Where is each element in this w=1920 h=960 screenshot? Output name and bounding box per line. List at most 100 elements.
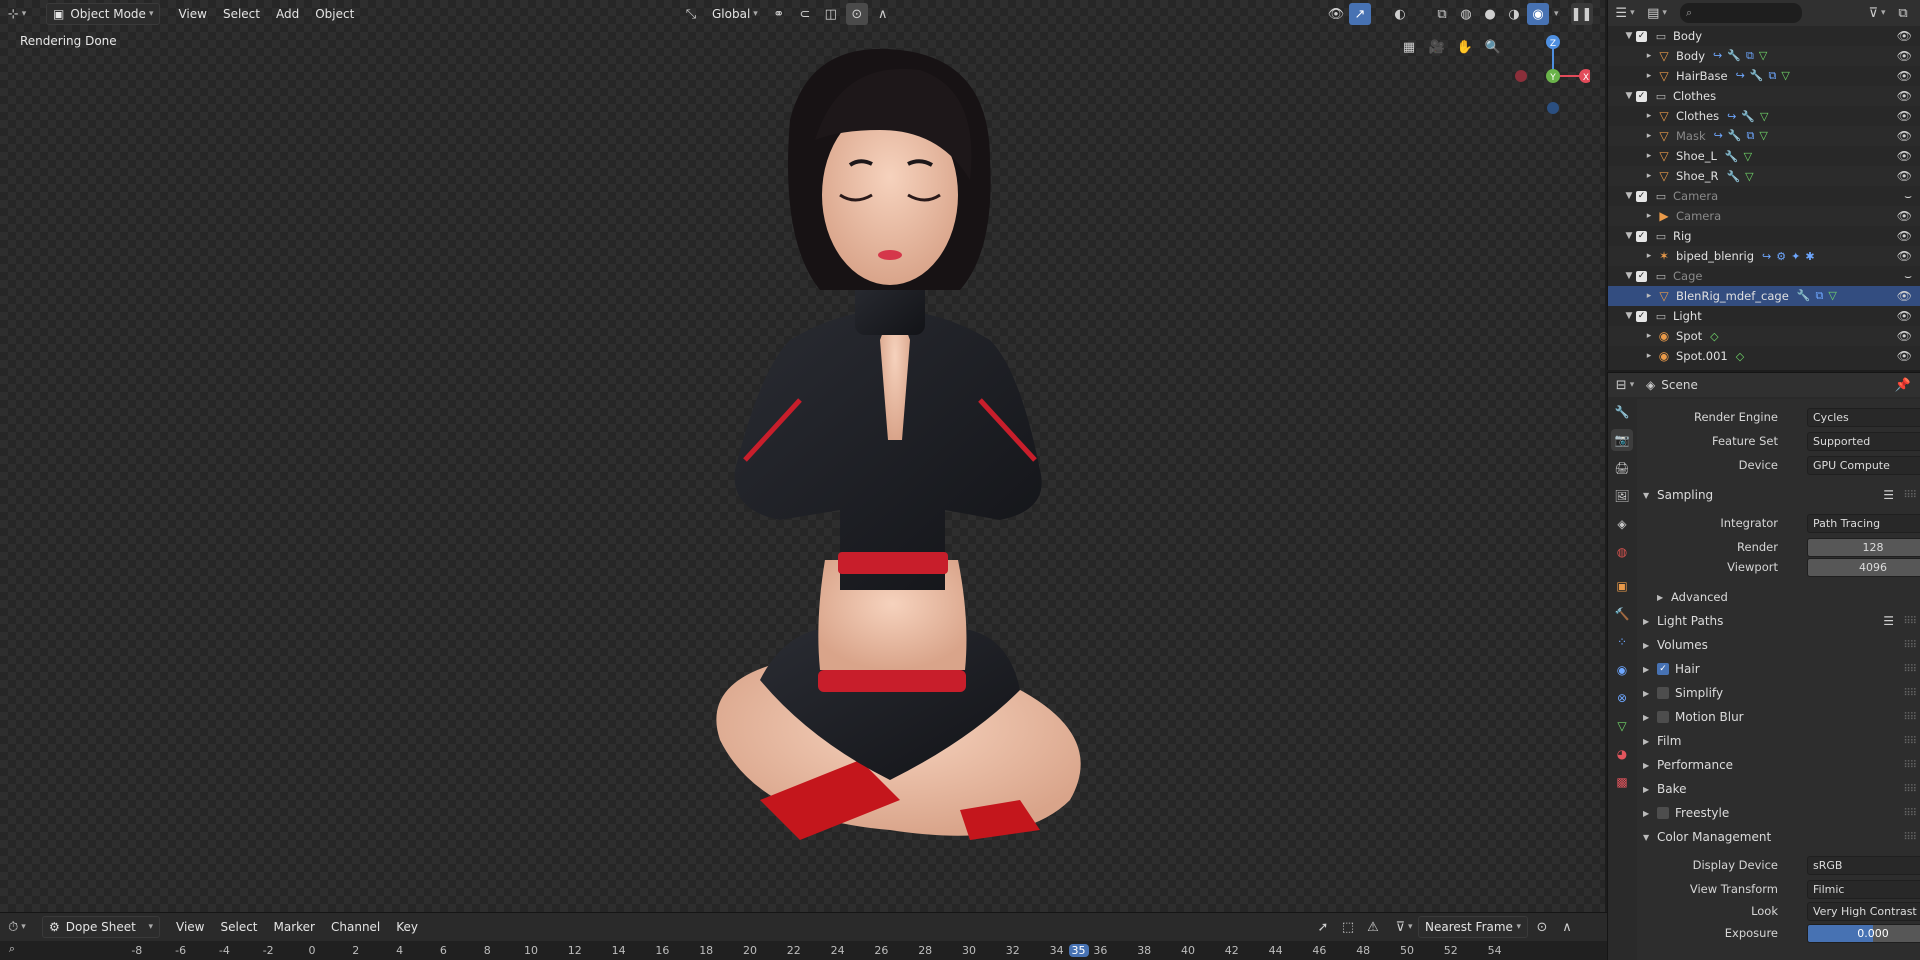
visibility-eye-icon[interactable]: 👁 bbox=[1897, 249, 1912, 263]
modifier-icon[interactable]: ↪ bbox=[1762, 250, 1771, 263]
modifier-icon[interactable]: 🔧 bbox=[1728, 129, 1742, 143]
errors-icon[interactable]: ⚠ bbox=[1362, 916, 1384, 938]
expand-toggle-icon[interactable]: ▸ bbox=[1642, 251, 1656, 261]
falloff-icon[interactable]: ∧ bbox=[1556, 916, 1578, 938]
editor-type-icon[interactable]: ⊟ ▾ bbox=[1614, 374, 1636, 396]
expand-toggle-icon[interactable]: ▸ bbox=[1642, 331, 1656, 341]
camera-view-icon[interactable]: 🎥 bbox=[1426, 36, 1448, 58]
pan-hand-icon[interactable]: ✋ bbox=[1454, 36, 1476, 58]
drag-handle-icon[interactable]: ⠿⠿ bbox=[1903, 616, 1917, 627]
visibility-eye-icon[interactable]: 👁 bbox=[1897, 209, 1912, 223]
current-frame-indicator[interactable]: 35 bbox=[1068, 944, 1089, 957]
modifier-tab-icon[interactable]: 🔨 bbox=[1611, 603, 1633, 625]
visibility-eye-icon[interactable]: 👁 bbox=[1897, 149, 1912, 163]
modifier-icon[interactable]: ✦ bbox=[1791, 250, 1800, 263]
light-data-icon[interactable]: ◇ bbox=[1736, 350, 1744, 363]
editor-mode-selector[interactable]: ⚙ Dope Sheet ▾ bbox=[42, 916, 160, 938]
menu-view[interactable]: View bbox=[172, 3, 212, 25]
texture-tab-icon[interactable]: ▩ bbox=[1611, 771, 1633, 793]
search-input[interactable]: ⌕ bbox=[1680, 3, 1802, 23]
visibility-eye-icon[interactable]: 👁 bbox=[1897, 329, 1912, 343]
bake-panel-header[interactable]: ▶ Bake ⠿⠿ bbox=[1637, 777, 1920, 801]
light-data-icon[interactable]: ◇ bbox=[1710, 330, 1718, 343]
properties-editor[interactable]: ⊟ ▾ ◈ Scene 📌 🔧 📷 🖨 🖼 ◈ ◍ ▣ 🔨 ⁘ ◉ ⊗ ▽ ◕ ▩… bbox=[1607, 372, 1920, 960]
falloff-icon[interactable]: ∧ bbox=[872, 3, 894, 25]
gizmo-toggle-icon[interactable]: ↗ bbox=[1349, 3, 1371, 25]
outliner-editor[interactable]: ☰ ▾ ▤ ▾ ⌕ ⊽ ▾ ⧉ ▼ ✓ ▭ Body 👁 ▸ ▽ Body ↪ 🔧 ⧉ ▽ 👁 ▸ ▽ HairBa… bbox=[1607, 0, 1920, 370]
modifier-icon[interactable]: 🔧 bbox=[1750, 69, 1764, 83]
visibility-eye-icon[interactable]: 👁 bbox=[1897, 29, 1912, 43]
navigation-gizmo[interactable]: Z Y X bbox=[1500, 30, 1590, 120]
orientation-selector[interactable]: Global ▾ bbox=[706, 3, 764, 25]
visibility-eye-icon[interactable]: 👁 bbox=[1897, 349, 1912, 363]
menu-select[interactable]: Select bbox=[214, 916, 263, 938]
visibility-eye-icon[interactable]: 👁 bbox=[1897, 309, 1912, 323]
menu-key[interactable]: Key bbox=[390, 916, 424, 938]
modifier-icon[interactable]: ✱ bbox=[1805, 250, 1814, 263]
mesh-data-icon[interactable]: ▽ bbox=[1781, 69, 1789, 83]
visibility-eye-icon[interactable]: 👁 bbox=[1897, 169, 1912, 183]
drag-handle-icon[interactable]: ⠿⠿ bbox=[1903, 808, 1917, 819]
look-dropdown[interactable]: Very High Contrast▾ bbox=[1807, 901, 1920, 921]
menu-marker[interactable]: Marker bbox=[268, 916, 321, 938]
outliner-object-row[interactable]: ▸ ◉ Spot.001 ◇ 👁 bbox=[1608, 346, 1920, 366]
visibility-eye-icon[interactable]: 👁 bbox=[1897, 49, 1912, 63]
mesh-data-icon[interactable]: ▽ bbox=[1759, 49, 1767, 63]
outliner-object-row[interactable]: ▸ ▽ Mask ↪ 🔧 ⧉ ▽ 👁 bbox=[1608, 126, 1920, 146]
outliner-object-row[interactable]: ▸ ▽ Shoe_L 🔧 ▽ 👁 bbox=[1608, 146, 1920, 166]
editor-type-icon[interactable]: ⏱ ▾ bbox=[6, 916, 28, 938]
expand-toggle-icon[interactable]: ▼ bbox=[1622, 31, 1636, 41]
outliner-object-row[interactable]: ▸ ◉ Spot ◇ 👁 bbox=[1608, 326, 1920, 346]
freestyle-panel-header[interactable]: ▶ Freestyle ⠿⠿ bbox=[1637, 801, 1920, 825]
drag-handle-icon[interactable]: ⠿⠿ bbox=[1903, 490, 1917, 501]
drag-handle-icon[interactable]: ⠿⠿ bbox=[1903, 688, 1917, 699]
presets-icon[interactable]: ☰ bbox=[1883, 614, 1894, 628]
outliner-collection-row[interactable]: ▼ ✓ ▭ Clothes 👁 bbox=[1608, 86, 1920, 106]
motion-blur-panel-header[interactable]: ▶ Motion Blur ⠿⠿ bbox=[1637, 705, 1920, 729]
outliner-collection-row[interactable]: ▼ ✓ ▭ Camera ⌣ bbox=[1608, 186, 1920, 206]
modifier-icon[interactable]: 🔧 bbox=[1726, 170, 1740, 183]
outliner-object-row[interactable]: ▸ ▽ Shoe_R 🔧 ▽ 👁 bbox=[1608, 166, 1920, 186]
proportional-edit-icon[interactable]: ⊙ bbox=[845, 3, 868, 25]
dope-sheet-editor[interactable]: ⏱ ▾ ⚙ Dope Sheet ▾ View Select Marker Cha… bbox=[0, 912, 1635, 960]
drag-handle-icon[interactable]: ⠿⠿ bbox=[1903, 712, 1917, 723]
exclude-checkbox[interactable]: ✓ bbox=[1636, 230, 1647, 242]
drag-handle-icon[interactable]: ⠿⠿ bbox=[1903, 640, 1917, 651]
modifier-icon[interactable]: ⧉ bbox=[1746, 49, 1754, 63]
outliner-object-row[interactable]: ▸ ▽ Body ↪ 🔧 ⧉ ▽ 👁 bbox=[1608, 46, 1920, 66]
visibility-eye-icon[interactable]: 👁 bbox=[1897, 289, 1912, 303]
visibility-eye-icon[interactable]: 👁 bbox=[1897, 89, 1912, 103]
mesh-data-icon[interactable]: ▽ bbox=[1745, 170, 1753, 183]
expand-toggle-icon[interactable]: ▸ bbox=[1642, 171, 1656, 181]
3d-viewport[interactable]: ⊹ ▾ ▣ Object Mode ▾ View Select Add Objec… bbox=[0, 0, 1605, 912]
modifier-icon[interactable]: ↪ bbox=[1713, 49, 1722, 63]
proportional-edit-icon[interactable]: ⊙ bbox=[1531, 916, 1553, 938]
render-samples-field[interactable]: 128 bbox=[1807, 537, 1920, 557]
modifier-icon[interactable]: 🔧 bbox=[1797, 289, 1811, 303]
world-tab-icon[interactable]: ◍ bbox=[1611, 541, 1633, 563]
overlay-icon[interactable]: ◐ bbox=[1389, 3, 1411, 25]
modifier-icon[interactable]: ⧉ bbox=[1747, 129, 1755, 143]
visibility-icon[interactable]: 👁 bbox=[1325, 3, 1347, 25]
drag-handle-icon[interactable]: ⠿⠿ bbox=[1903, 664, 1917, 675]
modifier-icon[interactable]: ↪ bbox=[1736, 69, 1745, 83]
visibility-eye-icon[interactable]: 👁 bbox=[1897, 229, 1912, 243]
drag-handle-icon[interactable]: ⠿⠿ bbox=[1903, 736, 1917, 747]
visibility-eye-icon[interactable]: 👁 bbox=[1897, 69, 1912, 83]
visibility-eye-icon[interactable]: 👁 bbox=[1897, 109, 1912, 123]
filter-icon[interactable]: ⊽ ▾ bbox=[1393, 916, 1415, 938]
wireframe-shading-icon[interactable]: ◍ bbox=[1455, 3, 1477, 25]
modifier-icon[interactable]: ⚙ bbox=[1776, 250, 1786, 263]
expand-toggle-icon[interactable]: ▸ bbox=[1642, 151, 1656, 161]
data-tab-icon[interactable]: ▽ bbox=[1611, 715, 1633, 737]
chevron-down-icon[interactable]: ▾ bbox=[1554, 9, 1559, 19]
outliner-object-row[interactable]: ▸ ▶ Camera 👁 bbox=[1608, 206, 1920, 226]
outliner-object-row[interactable]: ▸ ▽ Clothes ↪ 🔧 ▽ 👁 bbox=[1608, 106, 1920, 126]
editor-type-icon[interactable]: ☰ ▾ bbox=[1614, 2, 1636, 24]
outliner-collection-row[interactable]: ▼ ✓ ▭ Light 👁 bbox=[1608, 306, 1920, 326]
expand-toggle-icon[interactable]: ▸ bbox=[1642, 211, 1656, 221]
neg-x-axis-handle[interactable] bbox=[1515, 70, 1527, 82]
expand-toggle-icon[interactable]: ▼ bbox=[1622, 231, 1636, 241]
material-shading-icon[interactable]: ◑ bbox=[1503, 3, 1525, 25]
filter-icon[interactable]: ⊽ ▾ bbox=[1866, 2, 1888, 24]
